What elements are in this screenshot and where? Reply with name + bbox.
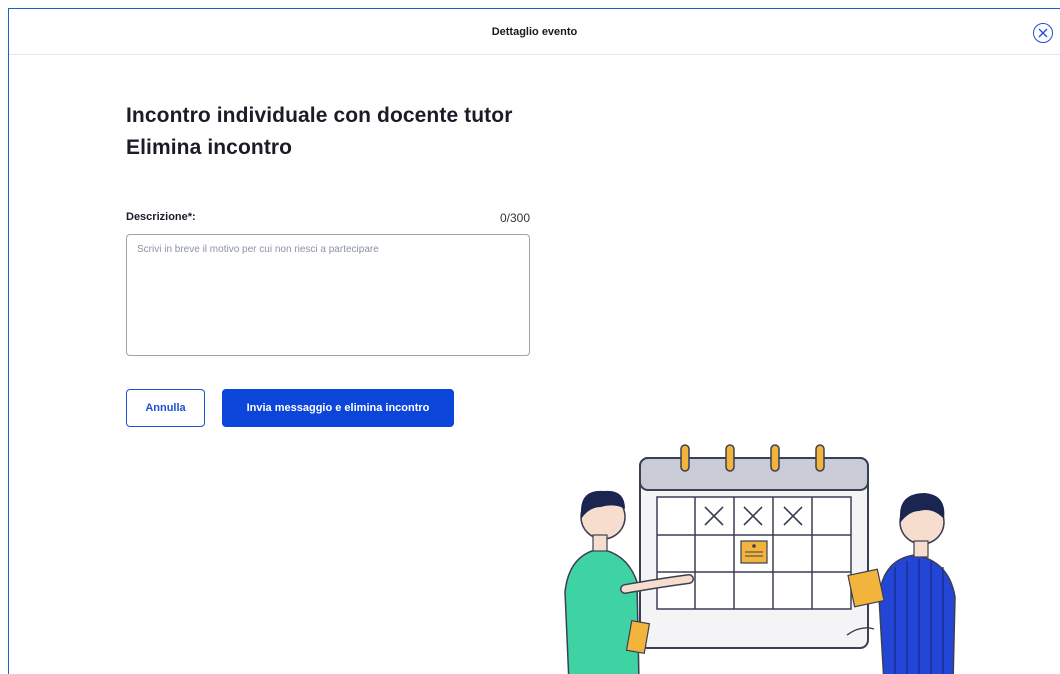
modal-title: Dettaglio evento <box>491 25 578 38</box>
calendar-icon <box>639 444 869 649</box>
char-counter: 0/300 <box>499 211 530 225</box>
modal-window: Dettaglio evento Incontro individuale co… <box>8 8 1060 674</box>
page-title: Incontro individuale con docente tutor <box>126 104 513 127</box>
cancel-button[interactable]: Annulla <box>126 389 205 427</box>
close-icon <box>1038 28 1048 38</box>
send-and-delete-button[interactable]: Invia messaggio e elimina incontro <box>222 389 454 427</box>
page-subtitle: Elimina incontro <box>126 136 293 159</box>
description-textarea[interactable]: Scrivi in breve il motivo per cui non ri… <box>126 234 530 356</box>
description-placeholder: Scrivi in breve il motivo per cui non ri… <box>137 244 379 255</box>
modal-header: Dettaglio evento <box>9 9 1060 55</box>
calendar-people-illustration <box>564 444 956 674</box>
close-button[interactable] <box>1033 23 1053 43</box>
description-label: Descrizione*: <box>126 211 196 223</box>
